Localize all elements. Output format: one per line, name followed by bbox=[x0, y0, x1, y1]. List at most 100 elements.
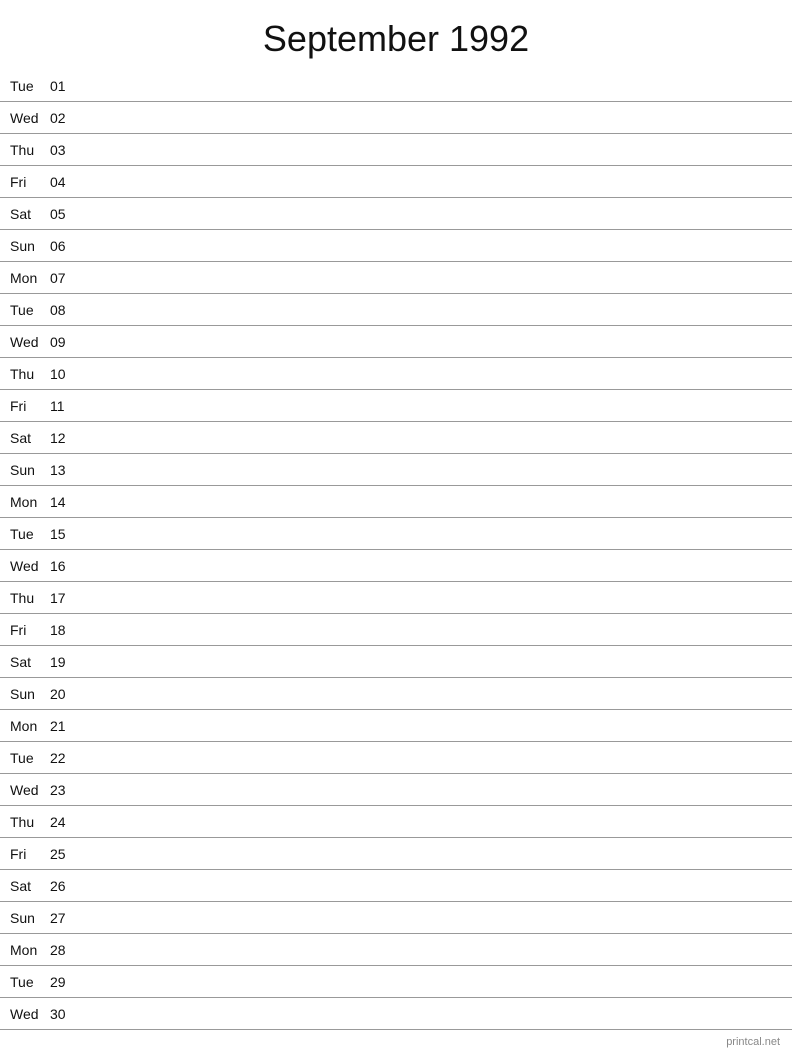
day-number: 18 bbox=[50, 622, 80, 638]
day-line bbox=[80, 181, 782, 182]
calendar-row: Sun06 bbox=[0, 230, 792, 262]
day-name: Tue bbox=[10, 526, 50, 542]
day-line bbox=[80, 885, 782, 886]
day-number: 06 bbox=[50, 238, 80, 254]
calendar-row: Tue15 bbox=[0, 518, 792, 550]
calendar-row: Mon28 bbox=[0, 934, 792, 966]
day-line bbox=[80, 277, 782, 278]
day-line bbox=[80, 853, 782, 854]
day-name: Tue bbox=[10, 974, 50, 990]
day-name: Wed bbox=[10, 1006, 50, 1022]
day-number: 24 bbox=[50, 814, 80, 830]
day-number: 13 bbox=[50, 462, 80, 478]
day-number: 08 bbox=[50, 302, 80, 318]
day-number: 10 bbox=[50, 366, 80, 382]
calendar-row: Sat19 bbox=[0, 646, 792, 678]
day-name: Fri bbox=[10, 174, 50, 190]
day-number: 12 bbox=[50, 430, 80, 446]
day-number: 09 bbox=[50, 334, 80, 350]
day-number: 14 bbox=[50, 494, 80, 510]
day-name: Mon bbox=[10, 270, 50, 286]
calendar-row: Mon14 bbox=[0, 486, 792, 518]
day-number: 05 bbox=[50, 206, 80, 222]
calendar-row: Wed23 bbox=[0, 774, 792, 806]
calendar-row: Tue22 bbox=[0, 742, 792, 774]
day-line bbox=[80, 85, 782, 86]
day-name: Fri bbox=[10, 622, 50, 638]
calendar-row: Tue01 bbox=[0, 70, 792, 102]
day-line bbox=[80, 757, 782, 758]
day-number: 21 bbox=[50, 718, 80, 734]
footer-text: printcal.net bbox=[726, 1036, 780, 1048]
day-number: 25 bbox=[50, 846, 80, 862]
calendar-row: Sat05 bbox=[0, 198, 792, 230]
day-name: Mon bbox=[10, 718, 50, 734]
day-number: 04 bbox=[50, 174, 80, 190]
day-line bbox=[80, 1013, 782, 1014]
day-name: Sat bbox=[10, 878, 50, 894]
calendar-row: Thu24 bbox=[0, 806, 792, 838]
day-line bbox=[80, 405, 782, 406]
day-name: Sat bbox=[10, 654, 50, 670]
day-line bbox=[80, 917, 782, 918]
day-number: 03 bbox=[50, 142, 80, 158]
day-number: 19 bbox=[50, 654, 80, 670]
calendar-row: Sun27 bbox=[0, 902, 792, 934]
day-number: 20 bbox=[50, 686, 80, 702]
day-name: Sun bbox=[10, 238, 50, 254]
day-name: Sat bbox=[10, 206, 50, 222]
day-name: Wed bbox=[10, 110, 50, 126]
calendar-row: Fri11 bbox=[0, 390, 792, 422]
day-number: 23 bbox=[50, 782, 80, 798]
calendar-row: Fri18 bbox=[0, 614, 792, 646]
day-line bbox=[80, 213, 782, 214]
day-line bbox=[80, 149, 782, 150]
day-name: Tue bbox=[10, 750, 50, 766]
day-line bbox=[80, 949, 782, 950]
day-line bbox=[80, 981, 782, 982]
calendar-row: Wed02 bbox=[0, 102, 792, 134]
calendar-row: Wed30 bbox=[0, 998, 792, 1030]
day-name: Thu bbox=[10, 142, 50, 158]
day-number: 07 bbox=[50, 270, 80, 286]
calendar-container: Tue01Wed02Thu03Fri04Sat05Sun06Mon07Tue08… bbox=[0, 70, 792, 1030]
day-line bbox=[80, 789, 782, 790]
calendar-row: Sat26 bbox=[0, 870, 792, 902]
day-line bbox=[80, 501, 782, 502]
day-name: Thu bbox=[10, 366, 50, 382]
day-line bbox=[80, 245, 782, 246]
day-number: 30 bbox=[50, 1006, 80, 1022]
calendar-row: Mon21 bbox=[0, 710, 792, 742]
calendar-row: Fri25 bbox=[0, 838, 792, 870]
day-number: 17 bbox=[50, 590, 80, 606]
day-name: Wed bbox=[10, 782, 50, 798]
day-line bbox=[80, 469, 782, 470]
calendar-row: Thu10 bbox=[0, 358, 792, 390]
day-name: Thu bbox=[10, 814, 50, 830]
calendar-row: Sun13 bbox=[0, 454, 792, 486]
day-line bbox=[80, 341, 782, 342]
day-name: Fri bbox=[10, 846, 50, 862]
calendar-row: Sat12 bbox=[0, 422, 792, 454]
day-line bbox=[80, 821, 782, 822]
day-number: 15 bbox=[50, 526, 80, 542]
calendar-row: Mon07 bbox=[0, 262, 792, 294]
day-number: 01 bbox=[50, 78, 80, 94]
day-name: Mon bbox=[10, 942, 50, 958]
calendar-row: Wed09 bbox=[0, 326, 792, 358]
day-name: Sun bbox=[10, 910, 50, 926]
calendar-row: Fri04 bbox=[0, 166, 792, 198]
day-number: 16 bbox=[50, 558, 80, 574]
day-name: Wed bbox=[10, 334, 50, 350]
day-number: 27 bbox=[50, 910, 80, 926]
day-number: 29 bbox=[50, 974, 80, 990]
day-line bbox=[80, 565, 782, 566]
day-line bbox=[80, 309, 782, 310]
day-line bbox=[80, 597, 782, 598]
day-line bbox=[80, 629, 782, 630]
day-name: Sat bbox=[10, 430, 50, 446]
day-line bbox=[80, 437, 782, 438]
day-line bbox=[80, 373, 782, 374]
day-line bbox=[80, 117, 782, 118]
day-line bbox=[80, 725, 782, 726]
